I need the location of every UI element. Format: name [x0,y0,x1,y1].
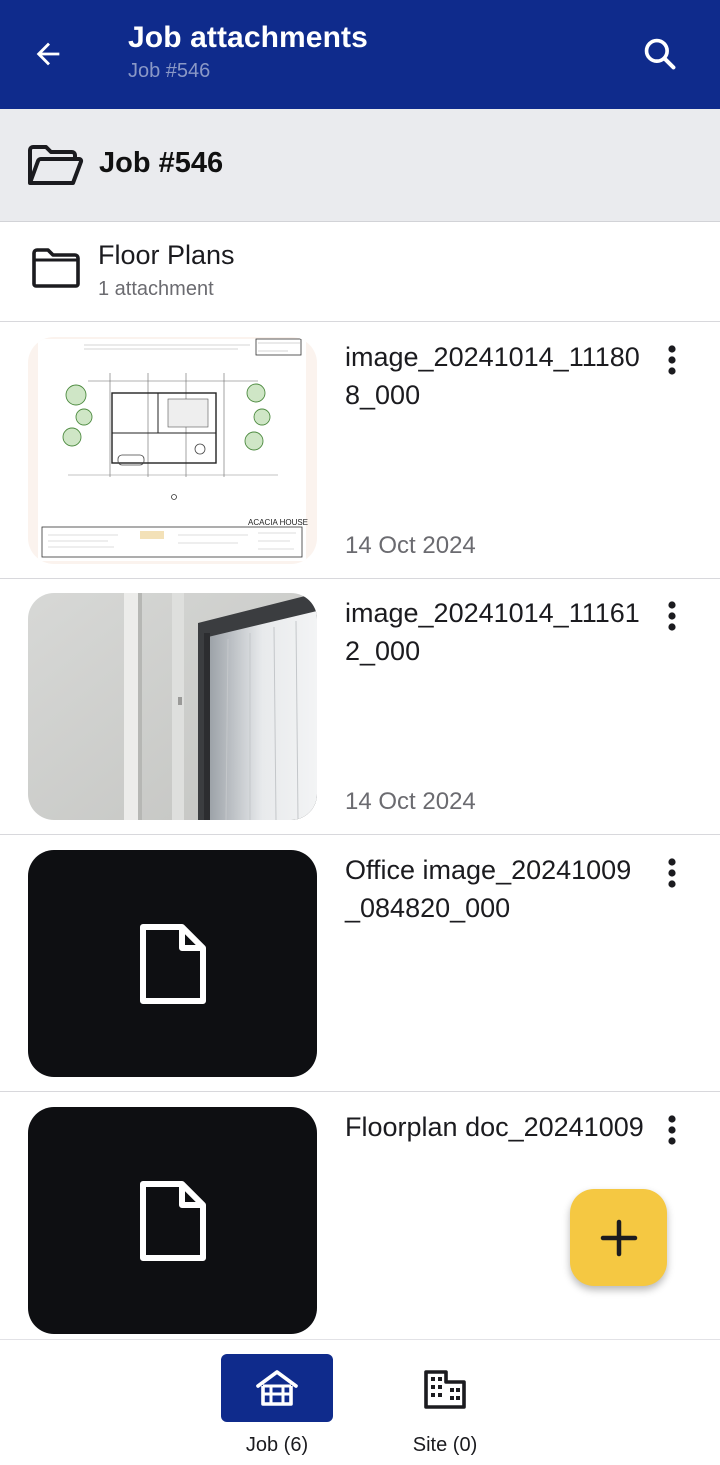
more-options-button[interactable] [655,338,689,382]
folder-open-icon [28,145,84,185]
attachment-row[interactable]: image_20241014_111612_000 14 Oct 2024 [0,578,720,835]
attachment-name: Office image_20241009_084820_000 [345,855,632,923]
attachment-thumbnail [28,593,317,820]
more-vertical-icon [668,858,676,888]
attachment-thumbnail [28,1107,317,1334]
attachment-thumbnail: ACACIA HOUSE [28,337,317,564]
more-vertical-icon [668,345,676,375]
arrow-left-icon [36,42,60,66]
nav-item-site-label: Site (0) [412,1434,478,1456]
folder-name: Job #546 [99,147,224,179]
building-icon [424,1370,466,1409]
nav-item-site[interactable]: Site (0) [385,1354,505,1462]
subfolder-name: Floor Plans [98,240,235,270]
folder-icon [32,248,80,288]
attachment-name: image_20241014_111612_000 [345,598,640,666]
more-options-button[interactable] [655,594,689,638]
subfolder-count: 1 attachment [98,278,214,300]
more-options-button[interactable] [655,1108,689,1152]
plan-label: ACACIA HOUSE [248,518,308,527]
attachment-thumbnail [28,850,317,1077]
nav-item-job[interactable]: Job (6) [217,1354,337,1462]
current-folder-header: Job #546 [0,109,720,222]
plus-icon [600,1219,637,1256]
more-vertical-icon [668,601,676,631]
subfolder-item[interactable]: Floor Plans 1 attachment [0,222,720,322]
app-bar: Job attachments Job #546 [0,0,720,109]
page-title: Job attachments [128,21,368,54]
search-icon [644,38,676,70]
more-vertical-icon [668,1115,676,1145]
attachment-date: 14 Oct 2024 [345,788,476,815]
window-photo [28,593,317,820]
nav-item-site-indicator [389,1354,501,1422]
back-button[interactable] [20,30,76,78]
nav-item-job-indicator [221,1354,333,1422]
attachment-row[interactable]: Office image_20241009_084820_000 [0,835,720,1092]
page-subtitle: Job #546 [128,60,211,82]
attachment-row[interactable]: ACACIA HOUSE image_20241014_111808_000 1… [0,322,720,579]
more-options-button[interactable] [655,851,689,895]
bottom-navigation: Job (6) Site (0) [0,1339,720,1465]
add-attachment-button[interactable] [570,1189,667,1286]
document-icon [139,1180,206,1261]
attachment-name: image_20241014_111808_000 [345,342,640,410]
house-icon [256,1370,298,1406]
attachment-date: 14 Oct 2024 [345,532,476,559]
search-button[interactable] [632,28,688,80]
nav-item-job-label: Job (6) [245,1434,309,1456]
floorplan-image: ACACIA HOUSE [38,338,308,561]
document-icon [139,923,206,1004]
attachment-name: Floorplan doc_20241009 [345,1112,644,1142]
